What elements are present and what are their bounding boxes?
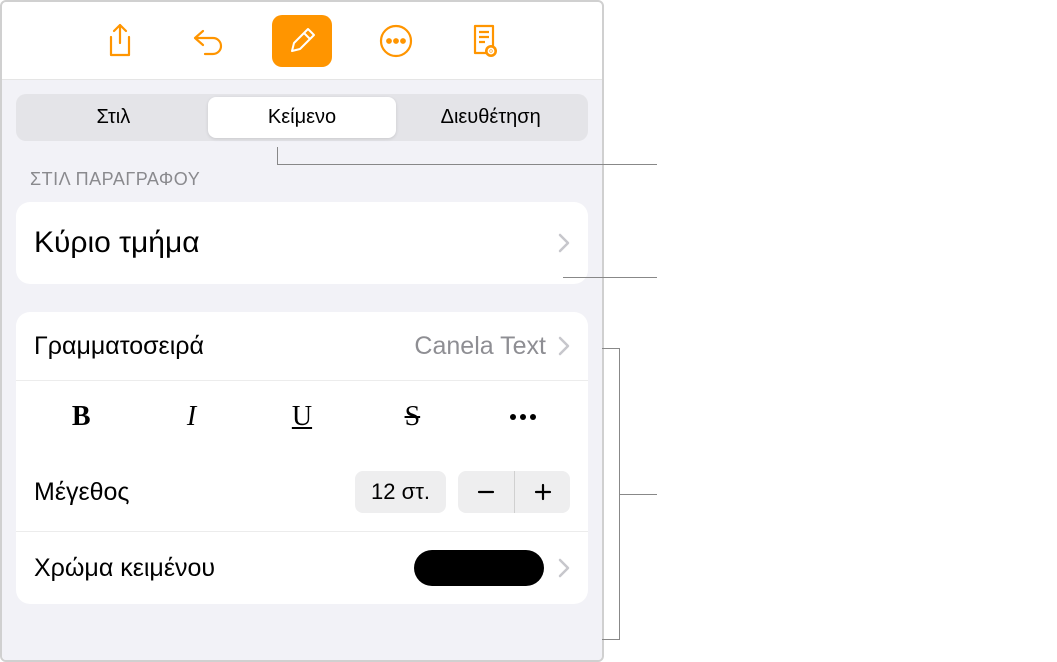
paragraph-style-card: Κύριο τμήμα (16, 202, 588, 284)
callout-line (620, 494, 657, 495)
tab-text[interactable]: Κείμενο (208, 97, 397, 138)
format-panel: Στιλ Κείμενο Διευθέτηση ΣΤΙΛ ΠΑΡΑΓΡΑΦΟΥ … (0, 0, 604, 662)
bold-button[interactable]: B (53, 395, 109, 439)
callout-line (563, 277, 657, 278)
chevron-right-icon (558, 336, 570, 356)
more-button[interactable] (372, 17, 420, 65)
font-row[interactable]: Γραμματοσειρά Canela Text (16, 312, 588, 380)
callout-line (602, 348, 620, 640)
underline-button[interactable]: U (274, 395, 330, 439)
strikethrough-button[interactable]: S (384, 395, 440, 439)
text-color-label: Χρώμα κειμένου (34, 554, 414, 583)
format-content: Στιλ Κείμενο Διευθέτηση ΣΤΙΛ ΠΑΡΑΓΡΑΦΟΥ … (2, 80, 602, 660)
undo-button[interactable] (184, 17, 232, 65)
callout-line (277, 147, 657, 165)
chevron-right-icon (558, 233, 570, 253)
text-style-row: B I U S (16, 380, 588, 453)
size-increase-button[interactable] (514, 471, 570, 513)
more-dots-icon (510, 414, 536, 420)
text-color-swatch[interactable] (414, 550, 544, 586)
plus-icon (533, 482, 553, 502)
size-label: Μέγεθος (34, 478, 355, 507)
size-row: Μέγεθος 12 στ. (16, 453, 588, 531)
chevron-right-icon (558, 558, 570, 578)
size-decrease-button[interactable] (458, 471, 514, 513)
paragraph-style-row[interactable]: Κύριο τμήμα (16, 202, 588, 284)
paragraph-style-value: Κύριο τμήμα (34, 226, 558, 260)
size-controls: 12 στ. (355, 471, 570, 513)
font-card: Γραμματοσειρά Canela Text B I U S Μέγεθο… (16, 312, 588, 604)
minus-icon (476, 482, 496, 502)
tab-style[interactable]: Στιλ (19, 97, 208, 138)
paragraph-style-heading: ΣΤΙΛ ΠΑΡΑΓΡΑΦΟΥ (30, 169, 588, 190)
more-text-options-button[interactable] (495, 395, 551, 439)
size-value[interactable]: 12 στ. (355, 471, 446, 513)
tab-arrange[interactable]: Διευθέτηση (396, 97, 585, 138)
font-value: Canela Text (414, 332, 546, 361)
format-tabs: Στιλ Κείμενο Διευθέτηση (16, 94, 588, 141)
size-stepper (458, 471, 570, 513)
top-toolbar (2, 2, 602, 80)
font-label: Γραμματοσειρά (34, 332, 414, 361)
format-button[interactable] (272, 15, 332, 67)
text-color-row[interactable]: Χρώμα κειμένου (16, 531, 588, 604)
share-button[interactable] (96, 17, 144, 65)
document-view-button[interactable] (460, 17, 508, 65)
italic-button[interactable]: I (164, 395, 220, 439)
